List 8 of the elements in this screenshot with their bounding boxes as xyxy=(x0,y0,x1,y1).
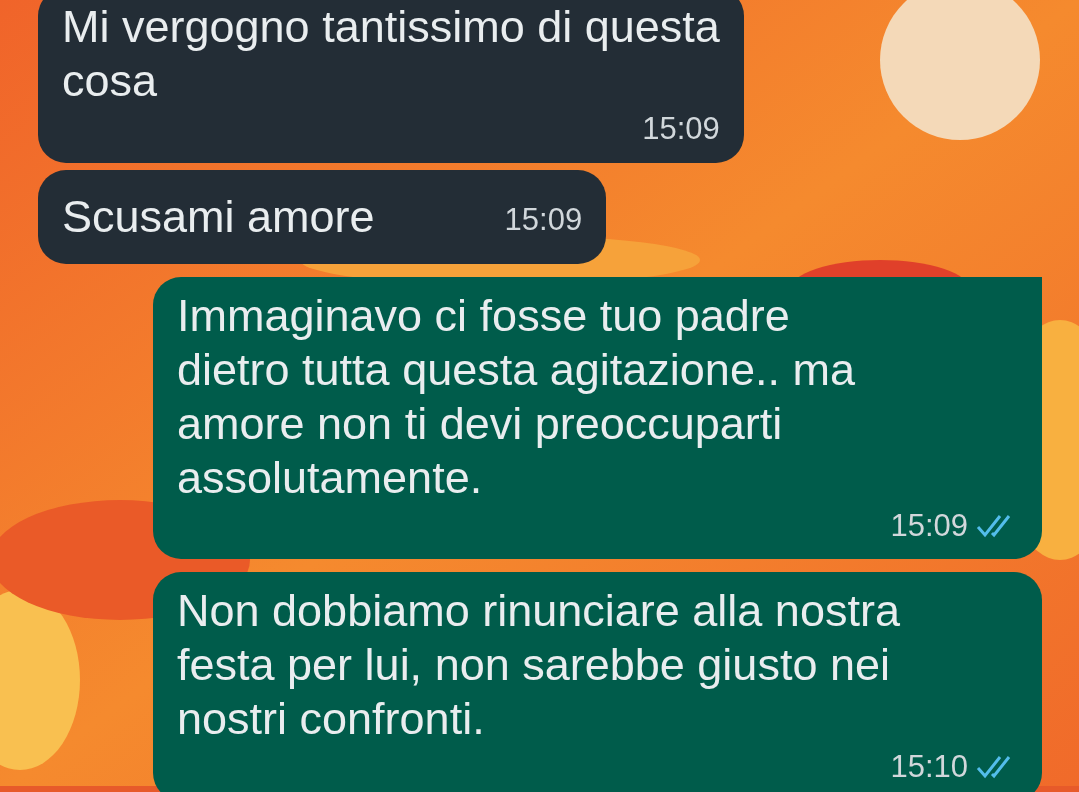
message-time: 15:09 xyxy=(642,110,720,148)
message-time: 15:10 xyxy=(890,748,968,786)
message-text: Scusami amore xyxy=(62,189,375,244)
message-time: 15:09 xyxy=(504,201,583,239)
message-text: Mi vergogno tantissimo di questa cosa xyxy=(62,0,720,108)
message-text: Immaginavo ci fosse tuo padre dietro tutta questa agitazione.. ma amore non ti devi preoccuparti assolutamente. xyxy=(177,288,855,505)
message-text: Non dobbiamo rinunciare alla nostra festa per lui, non sarebbe giusto nei nostri confronti. xyxy=(177,584,900,746)
message-time: 15:09 xyxy=(890,506,968,545)
